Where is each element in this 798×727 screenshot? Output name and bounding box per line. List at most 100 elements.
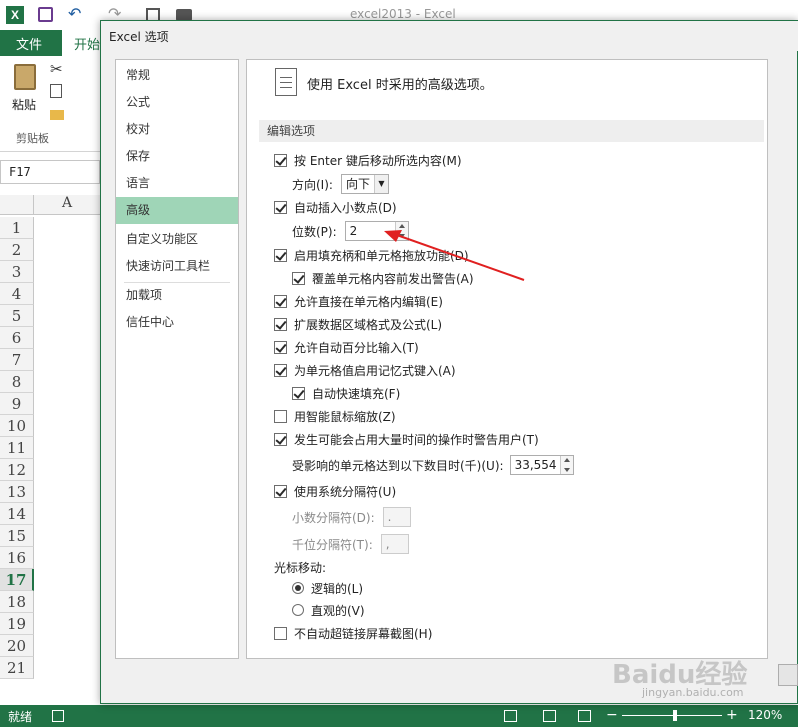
row-header[interactable]: 14 — [0, 503, 34, 525]
checkbox-checked[interactable] — [274, 294, 287, 308]
checkbox-checked[interactable] — [274, 200, 287, 214]
nav-item-formulas[interactable]: 公式 — [116, 89, 238, 116]
cut-icon[interactable]: ✂ — [50, 60, 63, 78]
page-layout-icon[interactable] — [543, 710, 556, 722]
nav-item-customize-ribbon[interactable]: 自定义功能区 — [116, 226, 238, 253]
checkbox-checked[interactable] — [274, 340, 287, 354]
option-extend-formats[interactable]: 扩展数据区域格式及公式(L) — [274, 313, 442, 335]
corner-select-all[interactable] — [0, 195, 34, 215]
option-auto-decimal[interactable]: 自动插入小数点(D) — [274, 196, 397, 218]
nav-item-language[interactable]: 语言 — [116, 170, 238, 197]
row-header[interactable]: 6 — [0, 327, 34, 349]
row-header[interactable]: 20 — [0, 635, 34, 657]
row-header[interactable]: 16 — [0, 547, 34, 569]
format-painter-icon[interactable] — [50, 110, 64, 120]
tab-file[interactable]: 文件 — [16, 34, 42, 53]
zoom-slider[interactable] — [622, 715, 722, 716]
checkbox-checked[interactable] — [274, 248, 287, 262]
paste-icon[interactable] — [14, 64, 36, 90]
paste-button-label[interactable]: 粘贴 — [12, 96, 36, 113]
column-header-a[interactable]: A — [34, 195, 100, 215]
nav-item-general[interactable]: 常规 — [116, 62, 238, 89]
row-header[interactable]: 4 — [0, 283, 34, 305]
row-header[interactable]: 13 — [0, 481, 34, 503]
zoom-slider-thumb[interactable] — [673, 710, 677, 721]
option-auto-percent[interactable]: 允许自动百分比输入(T) — [274, 336, 419, 358]
zoom-level[interactable]: 120% — [748, 708, 782, 722]
checkbox-checked[interactable] — [274, 432, 287, 446]
row-header[interactable]: 21 — [0, 657, 34, 679]
option-system-separators[interactable]: 使用系统分隔符(U) — [274, 480, 396, 502]
checkbox-checked[interactable] — [274, 363, 287, 377]
checkbox-checked[interactable] — [292, 271, 305, 285]
option-no-hyperlink-screenshot[interactable]: 不自动超链接屏幕截图(H) — [274, 622, 432, 644]
option-label: 逻辑的(L) — [311, 581, 364, 596]
zoom-in-icon[interactable]: + — [726, 707, 738, 723]
option-enter-move[interactable]: 按 Enter 键后移动所选内容(M) — [274, 149, 462, 171]
row-header[interactable]: 12 — [0, 459, 34, 481]
row-header[interactable]: 11 — [0, 437, 34, 459]
dialog-ok-button[interactable] — [778, 664, 798, 686]
dialog-titlebar[interactable]: Excel 选项 — [101, 21, 798, 51]
spinner-arrows-icon[interactable] — [559, 456, 573, 474]
option-intellimouse[interactable]: 用智能鼠标缩放(Z) — [274, 405, 396, 427]
macro-record-icon[interactable] — [52, 710, 64, 722]
dialog-title: Excel 选项 — [109, 30, 169, 44]
name-box[interactable]: F17 — [0, 160, 100, 184]
option-label: 扩展数据区域格式及公式(L) — [294, 317, 443, 332]
checkbox-unchecked[interactable] — [274, 409, 287, 423]
checkbox-checked[interactable] — [274, 484, 287, 498]
nav-item-save[interactable]: 保存 — [116, 143, 238, 170]
annotation-arrow — [384, 230, 525, 281]
row-header[interactable]: 18 — [0, 591, 34, 613]
nav-item-addins[interactable]: 加载项 — [116, 282, 238, 309]
nav-item-proofing[interactable]: 校对 — [116, 116, 238, 143]
thousands-separator-row: 千位分隔符(T): , — [292, 533, 409, 555]
cells-affected-spinner[interactable]: 33,554 — [509, 455, 574, 475]
row-header[interactable]: 8 — [0, 371, 34, 393]
row-header[interactable]: 15 — [0, 525, 34, 547]
thousands-sep-label: 千位分隔符(T): — [292, 537, 373, 552]
checkbox-checked[interactable] — [274, 317, 287, 331]
nav-item-quick-access[interactable]: 快速访问工具栏 — [116, 253, 238, 280]
row-header[interactable]: 1 — [0, 217, 34, 239]
copy-icon[interactable] — [50, 84, 62, 98]
zoom-out-icon[interactable]: − — [606, 707, 618, 723]
direction-select[interactable]: 向下 ▼ — [340, 174, 389, 194]
status-bar: 就绪 − + 120% — [0, 705, 798, 727]
option-alert-slow[interactable]: 发生可能会占用大量时间的操作时警告用户(T) — [274, 428, 539, 450]
save-icon[interactable] — [38, 7, 53, 22]
nav-item-trust-center[interactable]: 信任中心 — [116, 309, 238, 336]
row-header[interactable]: 10 — [0, 415, 34, 437]
undo-icon[interactable]: ↶ — [68, 4, 81, 23]
radio-unselected[interactable] — [292, 604, 304, 616]
nav-item-advanced[interactable]: 高级 — [116, 197, 238, 224]
checkbox-checked[interactable] — [292, 386, 305, 400]
places-value: 2 — [349, 224, 358, 238]
row-header[interactable]: 5 — [0, 305, 34, 327]
direction-row: 方向(I): 向下 ▼ — [292, 173, 389, 195]
radio-cursor-logical[interactable]: 逻辑的(L) — [292, 577, 363, 599]
option-label: 允许自动百分比输入(T) — [294, 340, 419, 355]
row-header[interactable]: 3 — [0, 261, 34, 283]
section-header-editing: 编辑选项 — [259, 120, 764, 142]
row-header[interactable]: 9 — [0, 393, 34, 415]
worksheet-grid[interactable]: A 1 2 3 4 5 6 7 8 9 10 11 12 13 14 15 16… — [0, 195, 100, 683]
decimal-separator-row: 小数分隔符(D): . — [292, 506, 411, 528]
row-header-selected[interactable]: 17 — [0, 569, 34, 591]
radio-cursor-visual[interactable]: 直观的(V) — [292, 599, 365, 621]
option-autocomplete[interactable]: 为单元格值启用记忆式键入(A) — [274, 359, 456, 381]
chevron-down-icon[interactable]: ▼ — [373, 175, 388, 193]
cursor-movement-label: 光标移动: — [274, 560, 327, 575]
checkbox-checked[interactable] — [274, 153, 287, 167]
normal-view-icon[interactable] — [504, 710, 517, 722]
page-break-icon[interactable] — [578, 710, 591, 722]
radio-selected[interactable] — [292, 582, 304, 594]
checkbox-unchecked[interactable] — [274, 626, 287, 640]
row-header[interactable]: 7 — [0, 349, 34, 371]
option-edit-in-cell[interactable]: 允许直接在单元格内编辑(E) — [274, 290, 443, 312]
row-header[interactable]: 2 — [0, 239, 34, 261]
cells-affected-row: 受影响的单元格达到以下数目时(千)(U): 33,554 — [292, 454, 574, 476]
row-header[interactable]: 19 — [0, 613, 34, 635]
option-flash-fill[interactable]: 自动快速填充(F) — [292, 382, 400, 404]
